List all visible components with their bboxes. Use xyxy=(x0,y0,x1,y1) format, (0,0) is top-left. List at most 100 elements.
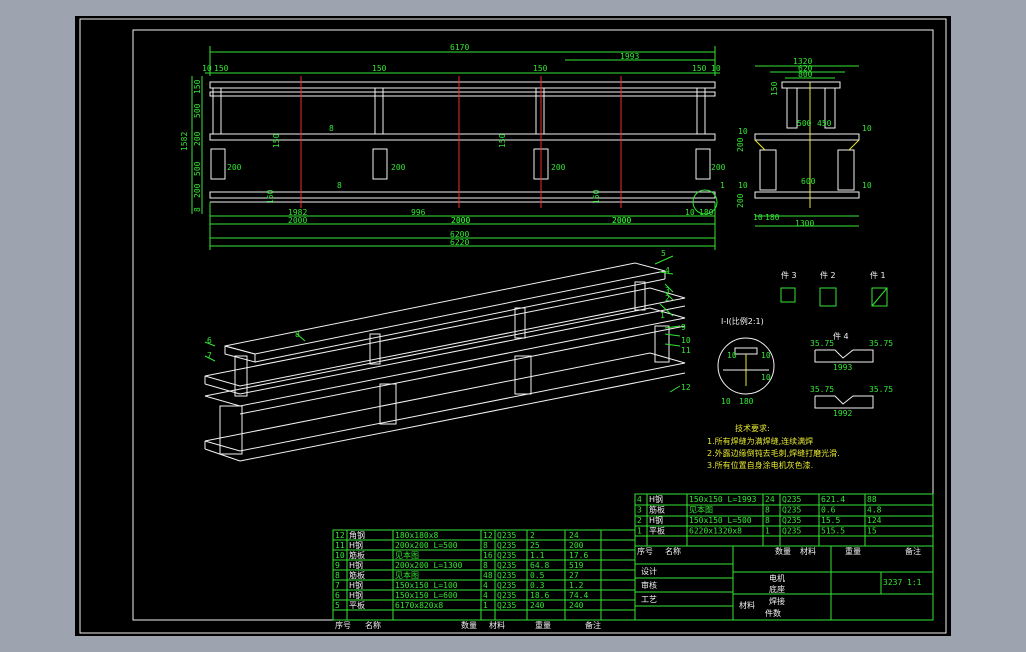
parts-upper-cell: 150x150 L=500 xyxy=(689,516,752,525)
svg-text:7: 7 xyxy=(207,351,212,360)
parts-lower-cell: 0.5 xyxy=(530,571,545,580)
tech-notes-title: 技术要求: xyxy=(735,423,770,433)
dim-left-total: 1582 xyxy=(180,132,189,151)
svg-text:200: 200 xyxy=(227,163,242,172)
part-details: 件 3 件 2 件 1 I-I(比例2:1) 10 10 10 180 10 件… xyxy=(717,270,893,418)
bottom-deck-plate xyxy=(209,191,716,199)
svg-text:2000: 2000 xyxy=(288,216,307,225)
svg-text:10: 10 xyxy=(761,351,771,360)
svg-text:10: 10 xyxy=(753,213,763,222)
svg-text:1992: 1992 xyxy=(833,409,852,418)
parts-upper-cell: 见本图 xyxy=(689,505,713,515)
parts-upper-cell: 2 xyxy=(637,516,642,525)
parts-lower-cell: 519 xyxy=(569,561,584,570)
title-block: 电机 底座 3237 1:1 设计 审核 工艺 材料 件数 焊接 xyxy=(634,545,934,621)
parts-lower-cell: 74.4 xyxy=(569,591,588,600)
svg-text:180: 180 xyxy=(739,397,754,406)
parts-upper-header: 序号 xyxy=(637,546,653,556)
parts-upper-cell: 8 xyxy=(765,516,770,525)
svg-text:200: 200 xyxy=(736,193,745,208)
svg-text:10: 10 xyxy=(738,127,748,136)
svg-text:8: 8 xyxy=(193,207,202,212)
parts-lower-cell: 240 xyxy=(530,601,545,610)
parts-lower-cell: 8 xyxy=(483,541,488,550)
parts-lower-cell: H钢 xyxy=(349,540,363,550)
svg-text:200: 200 xyxy=(551,163,566,172)
parts-lower-cell: 见本图 xyxy=(395,570,419,580)
svg-text:10: 10 xyxy=(862,124,872,133)
iso-middle-deck xyxy=(204,287,686,387)
svg-text:11: 11 xyxy=(681,346,691,355)
dim-end-3: 150 xyxy=(533,64,548,73)
parts-lower-header: 材料 xyxy=(489,620,505,630)
parts-lower-cell: H钢 xyxy=(349,560,363,570)
parts-upper-cell: 平板 xyxy=(649,526,665,536)
svg-text:500: 500 xyxy=(193,103,202,118)
parts-lower-cell: H钢 xyxy=(349,580,363,590)
svg-text:2.外露边缘倒钝去毛刺,焊缝打磨光滑.: 2.外露边缘倒钝去毛刺,焊缝打磨光滑. xyxy=(707,448,840,458)
parts-lower-cell: 200x200 L=1300 xyxy=(395,561,463,570)
parts-upper-cell: Q235 xyxy=(782,495,801,504)
svg-text:800: 800 xyxy=(798,70,813,79)
parts-upper-header: 备注 xyxy=(905,546,921,556)
parts-upper-cell: 621.4 xyxy=(821,495,845,504)
parts-lower-cell: 180x180x8 xyxy=(395,531,439,540)
parts-upper-cell: 0.6 xyxy=(821,506,836,515)
svg-text:150: 150 xyxy=(498,133,507,148)
parts-lower-cell: 6170x820x8 xyxy=(395,601,443,610)
svg-text:12: 12 xyxy=(681,383,691,392)
parts-lower-cell: 2 xyxy=(530,531,535,540)
parts-lower-cell: 9 xyxy=(335,561,340,570)
svg-text:35.75: 35.75 xyxy=(810,339,834,348)
dim-end-5: 10 xyxy=(711,64,721,73)
svg-text:10: 10 xyxy=(685,208,695,217)
parts-upper-cell: 124 xyxy=(867,516,882,525)
iso-columns xyxy=(219,281,670,455)
dim-right-span: 1993 xyxy=(620,52,639,61)
parts-upper-cell: 15.5 xyxy=(821,516,840,525)
parts-lower-cell: 5 xyxy=(335,601,340,610)
parts-lower-cell: Q235 xyxy=(497,561,516,570)
technical-requirements: 技术要求: 1.所有焊缝为满焊缝,连续满焊 2.外露边缘倒钝去毛刺,焊缝打磨光滑… xyxy=(707,423,840,470)
svg-text:8: 8 xyxy=(337,181,342,190)
parts-lower-cell: 150x150 L=600 xyxy=(395,591,458,600)
parts-lower-cell: 平板 xyxy=(349,600,365,610)
parts-lower-cell: 17.6 xyxy=(569,551,588,560)
svg-text:件数: 件数 xyxy=(765,608,781,618)
dim-end-4: 150 xyxy=(692,64,707,73)
svg-text:450: 450 xyxy=(817,119,832,128)
parts-lower-header: 备注 xyxy=(585,620,601,630)
svg-text:2000: 2000 xyxy=(612,216,631,225)
side-view: 1320 620 800 150 500 450 600 10 10 10 10… xyxy=(736,57,872,228)
parts-lower-cell: 4 xyxy=(483,581,488,590)
svg-text:35.75: 35.75 xyxy=(869,385,893,394)
svg-text:150: 150 xyxy=(272,133,281,148)
parts-lower-cell: Q235 xyxy=(497,581,516,590)
parts-upper-cell: 1 xyxy=(765,527,770,536)
parts-lower-cell: Q235 xyxy=(497,551,516,560)
front-elevation-view: 6170 1993 10 150 150 150 150 10 1582 150… xyxy=(180,43,726,250)
parts-lower-cell: 8 xyxy=(335,571,340,580)
parts-lower-cell: 10 xyxy=(335,551,345,560)
parts-lower-cell: 1 xyxy=(483,601,488,610)
parts-lower-cell: 6 xyxy=(335,591,340,600)
section-label: I-I(比例2:1) xyxy=(721,316,764,326)
svg-text:500: 500 xyxy=(797,119,812,128)
iso-base xyxy=(204,352,686,452)
parts-lower-cell: 18.6 xyxy=(530,591,549,600)
svg-text:600: 600 xyxy=(801,177,816,186)
parts-lower-cell: 7 xyxy=(335,581,340,590)
drawing-title-2: 底座 xyxy=(769,584,785,594)
drawing-canvas: 6170 1993 10 150 150 150 150 10 1582 150… xyxy=(75,16,951,636)
svg-text:1993: 1993 xyxy=(833,363,852,372)
parts-lower-cell: 筋板 xyxy=(349,570,365,580)
scale-ratio: 1:1 xyxy=(907,578,922,587)
svg-text:500: 500 xyxy=(193,161,202,176)
parts-lower-cell: 200 xyxy=(569,541,584,550)
parts-upper-cell: Q235 xyxy=(782,506,801,515)
parts-lower-cell: Q235 xyxy=(497,531,516,540)
svg-text:5: 5 xyxy=(661,249,666,258)
parts-upper-header: 重量 xyxy=(845,546,861,556)
parts-lower-cell: 200x200 L=500 xyxy=(395,541,458,550)
parts-lower-cell: 25 xyxy=(530,541,540,550)
